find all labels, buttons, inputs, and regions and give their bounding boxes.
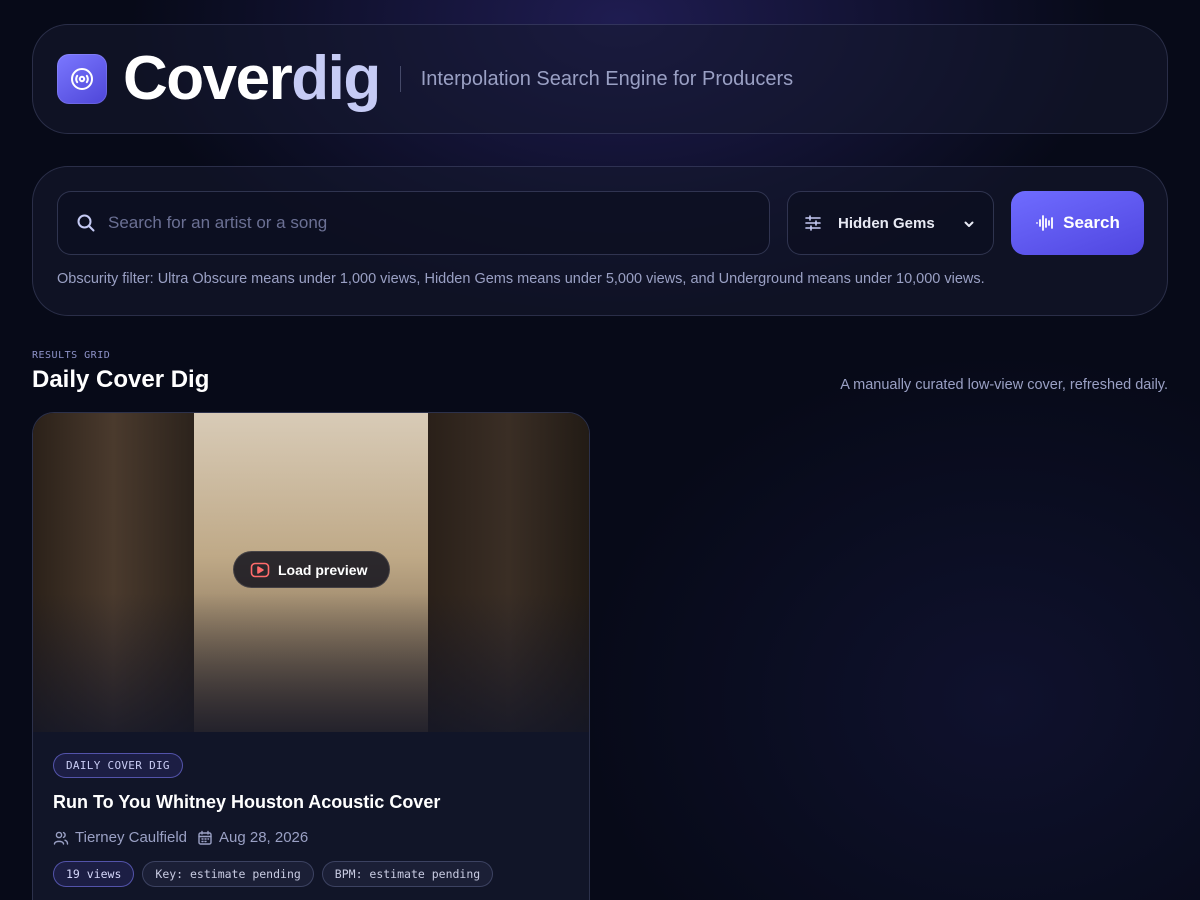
load-preview-button[interactable]: Load preview xyxy=(233,551,390,588)
bpm-chip: BPM: estimate pending xyxy=(321,861,494,887)
audio-wave-icon xyxy=(1036,215,1054,231)
card-meta: Tierney Caulfield Aug 28, 2026 xyxy=(53,829,569,846)
card-body: DAILY COVER DIG Run To You Whitney Houst… xyxy=(33,732,589,887)
brand-wordmark[interactable]: Coverdig xyxy=(123,48,381,110)
search-panel: Hidden Gems Search Obscurity filter: Ult… xyxy=(32,166,1168,316)
card-chips: 19 views Key: estimate pending BPM: esti… xyxy=(53,861,569,887)
filter-selected-value: Hidden Gems xyxy=(838,214,935,232)
obscurity-filter-select[interactable]: Hidden Gems xyxy=(787,191,994,255)
search-button[interactable]: Search xyxy=(1011,191,1144,255)
author-name[interactable]: Tierney Caulfield xyxy=(75,829,187,846)
views-chip: 19 views xyxy=(53,861,135,887)
search-field[interactable] xyxy=(57,191,770,255)
thumbnail-shade xyxy=(33,593,589,732)
search-button-label: Search xyxy=(1063,213,1120,232)
key-chip: Key: estimate pending xyxy=(142,861,314,887)
load-preview-label: Load preview xyxy=(278,561,368,578)
obscurity-filter-note: Obscurity filter: Ultra Obscure means un… xyxy=(57,271,985,287)
results-title: Daily Cover Dig xyxy=(32,366,210,393)
search-input[interactable] xyxy=(108,203,748,243)
sliders-icon xyxy=(805,215,821,231)
vinyl-disc-icon xyxy=(71,68,93,90)
video-thumbnail[interactable]: Load preview xyxy=(33,413,589,732)
header-divider xyxy=(399,66,401,92)
card-title[interactable]: Run To You Whitney Houston Acoustic Cove… xyxy=(53,792,569,813)
result-card[interactable]: Load preview DAILY COVER DIG Run To You … xyxy=(32,412,590,900)
chevron-down-icon xyxy=(964,221,974,227)
results-subtitle: A manually curated low-view cover, refre… xyxy=(840,377,1168,393)
daily-badge: DAILY COVER DIG xyxy=(53,753,183,778)
app-header: Coverdig Interpolation Search Engine for… xyxy=(32,24,1168,134)
tagline: Interpolation Search Engine for Producer… xyxy=(420,67,794,90)
logo-badge[interactable] xyxy=(57,54,107,104)
results-eyebrow: RESULTS GRID xyxy=(32,350,111,361)
video-play-icon xyxy=(250,562,270,577)
search-icon xyxy=(77,214,95,232)
brand-part-cover: Cover xyxy=(123,44,293,113)
calendar-icon xyxy=(198,830,212,845)
users-icon xyxy=(53,831,69,845)
upload-date: Aug 28, 2026 xyxy=(219,829,309,846)
brand-part-dig: dig xyxy=(291,44,381,113)
